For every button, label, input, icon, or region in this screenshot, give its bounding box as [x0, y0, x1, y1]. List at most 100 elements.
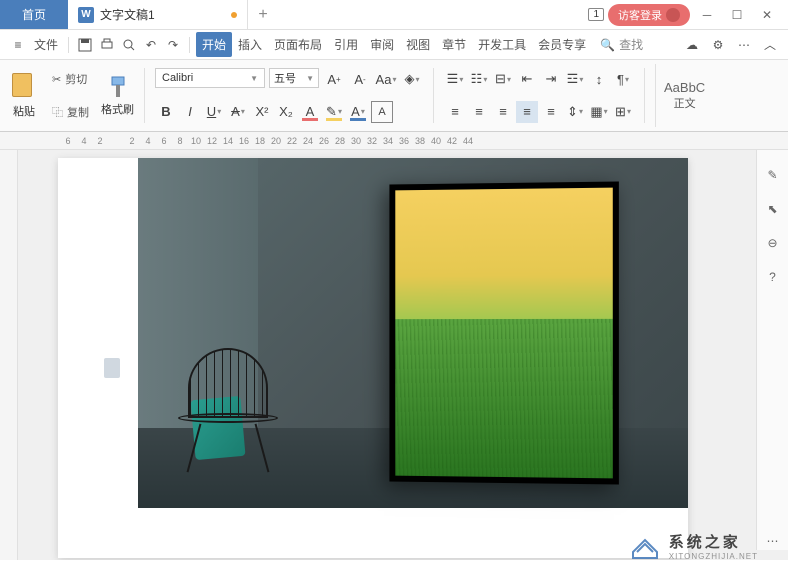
- ruler-tick: 42: [444, 136, 460, 146]
- tab-start[interactable]: 开始: [196, 32, 232, 57]
- collapse-ribbon-icon[interactable]: ︿: [760, 35, 780, 55]
- cut-label: 剪切: [65, 71, 87, 87]
- show-marks-button[interactable]: ¶▾: [612, 68, 634, 90]
- login-button[interactable]: 访客登录: [608, 4, 690, 26]
- font-size-select[interactable]: 五号 ▼: [269, 68, 319, 88]
- tab-insert[interactable]: 插入: [232, 32, 268, 57]
- font-color-button[interactable]: A▾: [347, 101, 369, 123]
- ruler-tick: 22: [284, 136, 300, 146]
- paste-button[interactable]: 粘贴: [8, 71, 40, 121]
- word-doc-icon: W: [78, 7, 94, 23]
- cloud-icon[interactable]: ☁: [682, 35, 702, 55]
- copy-button[interactable]: ⿻ 复制: [48, 102, 93, 122]
- bold-button[interactable]: B: [155, 101, 177, 123]
- tab-developer[interactable]: 开发工具: [472, 32, 532, 57]
- page-options-icon[interactable]: [104, 358, 120, 378]
- window-count-badge[interactable]: 1: [588, 8, 604, 21]
- ruler-tick: 16: [236, 136, 252, 146]
- ruler-tick: 14: [220, 136, 236, 146]
- search-label: 查找: [619, 36, 643, 53]
- scissors-icon: ✂: [52, 73, 61, 86]
- bullet-list-button[interactable]: ☰▾: [444, 68, 466, 90]
- select-icon[interactable]: ⬉: [764, 200, 782, 218]
- sort-button[interactable]: ↕: [588, 68, 610, 90]
- styles-group[interactable]: AaBbC 正文: [655, 64, 705, 127]
- redo-icon[interactable]: ↷: [163, 35, 183, 55]
- ruler-tick: 2: [124, 136, 140, 146]
- increase-indent-button[interactable]: ⇥: [540, 68, 562, 90]
- more-tools-icon[interactable]: ⋯: [764, 532, 782, 550]
- tab-view[interactable]: 视图: [400, 32, 436, 57]
- tab-member[interactable]: 会员专享: [532, 32, 592, 57]
- vertical-scrollbar[interactable]: [742, 150, 756, 550]
- home-tab[interactable]: 首页: [0, 0, 68, 29]
- maximize-button[interactable]: ☐: [724, 5, 750, 25]
- number-list-button[interactable]: ☷▾: [468, 68, 490, 90]
- character-border-button[interactable]: A: [371, 101, 393, 123]
- inserted-image[interactable]: [138, 158, 688, 508]
- minimize-button[interactable]: ─: [694, 5, 720, 25]
- decrease-indent-button[interactable]: ⇤: [516, 68, 538, 90]
- line-spacing-button[interactable]: ⇕▾: [564, 101, 586, 123]
- watermark-title: 系统之家: [669, 531, 758, 552]
- text-direction-button[interactable]: ☲▾: [564, 68, 586, 90]
- tab-review[interactable]: 审阅: [364, 32, 400, 57]
- underline-button[interactable]: U▾: [203, 101, 225, 123]
- tab-page-layout[interactable]: 页面布局: [268, 32, 328, 57]
- font-name-select[interactable]: Calibri ▼: [155, 68, 265, 88]
- horizontal-ruler[interactable]: 6 4 2 2 4 6 8 10 12 14 16 18 20 22 24 26…: [0, 132, 788, 150]
- new-tab-button[interactable]: +: [248, 0, 278, 29]
- style-preview: AaBbC: [664, 80, 705, 95]
- borders-button[interactable]: ⊞▾: [612, 101, 634, 123]
- pencil-icon[interactable]: ✎: [764, 166, 782, 184]
- help-icon[interactable]: ?: [764, 268, 782, 286]
- align-right-button[interactable]: ≡: [492, 101, 514, 123]
- document-page[interactable]: [58, 158, 688, 558]
- align-distribute-button[interactable]: ≡: [540, 101, 562, 123]
- tab-references[interactable]: 引用: [328, 32, 364, 57]
- unsaved-indicator-icon: [231, 12, 237, 18]
- watermark-logo-icon: [629, 532, 661, 560]
- align-center-button[interactable]: ≡: [468, 101, 490, 123]
- search-box[interactable]: 🔍 查找: [594, 34, 649, 55]
- file-menu[interactable]: 文件: [30, 32, 62, 57]
- ruler-tick: 30: [348, 136, 364, 146]
- watermark-subtitle: XITONGZHIJIA.NET: [669, 552, 758, 561]
- text-effects-button[interactable]: A: [299, 101, 321, 123]
- menu-icon[interactable]: ≡: [8, 35, 28, 55]
- italic-button[interactable]: I: [179, 101, 201, 123]
- increase-font-button[interactable]: A+: [323, 68, 345, 90]
- more-icon[interactable]: ⋯: [734, 35, 754, 55]
- ruler-tick: 6: [156, 136, 172, 146]
- ruler-tick: 26: [316, 136, 332, 146]
- cut-button[interactable]: ✂ 剪切: [48, 69, 93, 89]
- share-icon[interactable]: ⚙: [708, 35, 728, 55]
- print-icon[interactable]: [97, 35, 117, 55]
- clear-format-button[interactable]: ◈▾: [401, 68, 423, 90]
- copy-label: 复制: [67, 104, 89, 120]
- ruler-tick: 36: [396, 136, 412, 146]
- settings-icon[interactable]: ⊖: [764, 234, 782, 252]
- align-left-button[interactable]: ≡: [444, 101, 466, 123]
- strikethrough-button[interactable]: A▾: [227, 101, 249, 123]
- font-size-value: 五号: [274, 70, 296, 86]
- superscript-button[interactable]: X²: [251, 101, 273, 123]
- close-button[interactable]: ✕: [754, 5, 780, 25]
- shading-button[interactable]: ▦▾: [588, 101, 610, 123]
- decrease-font-button[interactable]: A-: [349, 68, 371, 90]
- multilevel-list-button[interactable]: ⊟▾: [492, 68, 514, 90]
- document-tab[interactable]: W 文字文稿1: [68, 0, 248, 29]
- font-name-value: Calibri: [162, 72, 193, 84]
- ruler-tick: 12: [204, 136, 220, 146]
- format-painter-button[interactable]: 格式刷: [101, 75, 134, 117]
- change-case-button[interactable]: Aa▾: [375, 68, 397, 90]
- vertical-ruler[interactable]: [0, 150, 18, 560]
- subscript-button[interactable]: X₂: [275, 101, 297, 123]
- save-icon[interactable]: [75, 35, 95, 55]
- print-preview-icon[interactable]: [119, 35, 139, 55]
- align-justify-button[interactable]: ≡: [516, 101, 538, 123]
- ruler-tick: 2: [92, 136, 108, 146]
- tab-sections[interactable]: 章节: [436, 32, 472, 57]
- highlight-button[interactable]: ✎▾: [323, 101, 345, 123]
- undo-icon[interactable]: ↶: [141, 35, 161, 55]
